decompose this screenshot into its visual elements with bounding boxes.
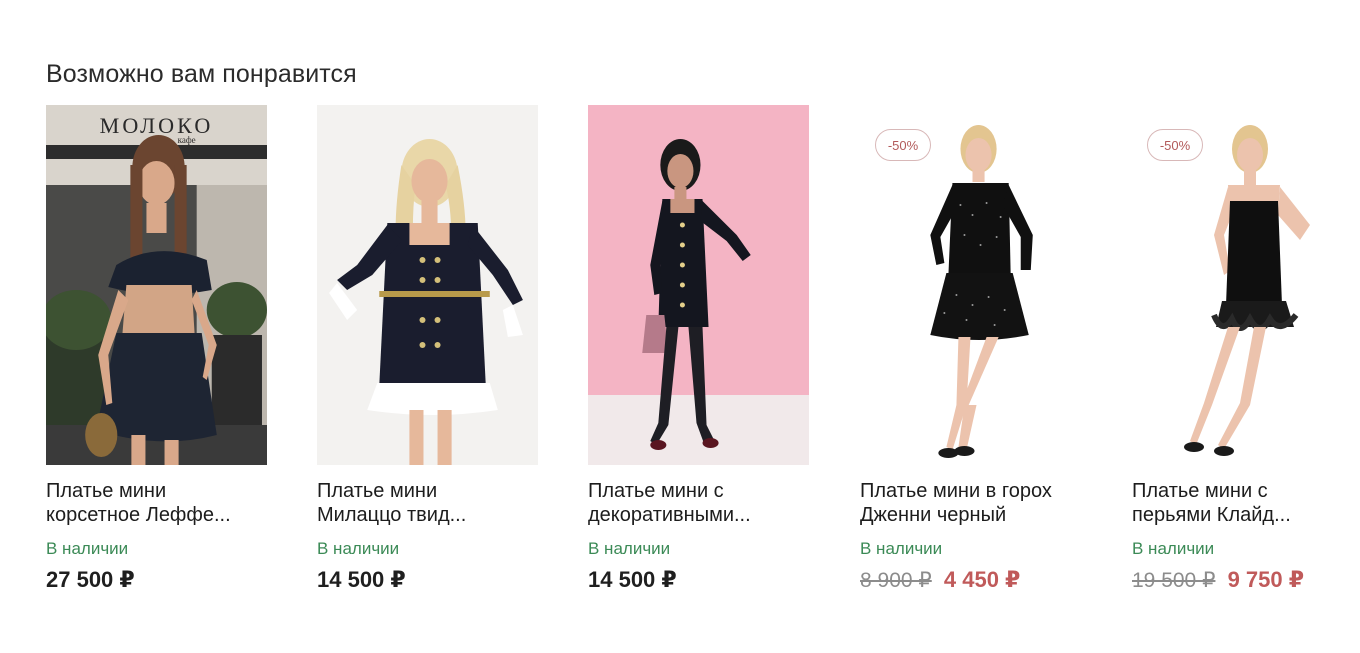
stock-status: В наличии [317,539,400,558]
price: 27 500 ₽ [46,567,135,592]
product-name[interactable]: Платье мини в горох Дженни черный [860,479,1081,527]
price-row: 14 500 ₽ [317,567,538,593]
price-row: 19 500 ₽ 9 750 ₽ [1132,567,1328,593]
product-card[interactable]: МОЛОКО кафе Платье мини корсетное Леффе.… [46,105,267,593]
old-price: 19 500 ₽ [1132,569,1216,592]
stock-status: В наличии [860,539,943,558]
sale-price: 4 450 ₽ [943,567,1021,592]
cafe-sign-text: МОЛОКО [100,113,214,138]
product-card[interactable]: -50% Платье мини в горох Дженни черный В… [860,105,1081,593]
stock-status: В наличии [46,539,129,558]
product-name[interactable]: Платье мини корсетное Леффе... [46,479,267,527]
sale-price: 9 750 ₽ [1227,567,1305,592]
product-photo[interactable] [317,105,538,465]
stock-status: В наличии [1132,539,1215,558]
cafe-sign-subtext: кафе [178,135,196,145]
price-row: 27 500 ₽ [46,567,267,593]
product-photo[interactable]: -50% [860,105,1081,465]
product-card[interactable]: -50% Платье мини с перьями Клайд... В на… [1132,105,1328,593]
product-photo[interactable]: -50% [1132,105,1328,465]
price: 14 500 ₽ [588,567,677,592]
price: 14 500 ₽ [317,567,406,592]
product-name[interactable]: Платье мини с перьями Клайд... [1132,479,1328,527]
price-row: 8 900 ₽ 4 450 ₽ [860,567,1081,593]
product-card[interactable]: Платье мини с декоративными... В наличии… [588,105,809,593]
product-name[interactable]: Платье мини с декоративными... [588,479,809,527]
product-carousel: МОЛОКО кафе Платье мини корсетное Леффе.… [46,105,1336,605]
product-name[interactable]: Платье мини Милаццо твид... [317,479,538,527]
old-price: 8 900 ₽ [860,569,932,592]
product-photo[interactable] [588,105,809,465]
price-row: 14 500 ₽ [588,567,809,593]
section-title: Возможно вам понравится [46,60,357,88]
product-card[interactable]: Платье мини Милаццо твид... В наличии 14… [317,105,538,593]
discount-badge: -50% [1147,129,1203,161]
stock-status: В наличии [588,539,671,558]
discount-badge: -50% [875,129,931,161]
product-photo[interactable]: МОЛОКО кафе [46,105,267,465]
